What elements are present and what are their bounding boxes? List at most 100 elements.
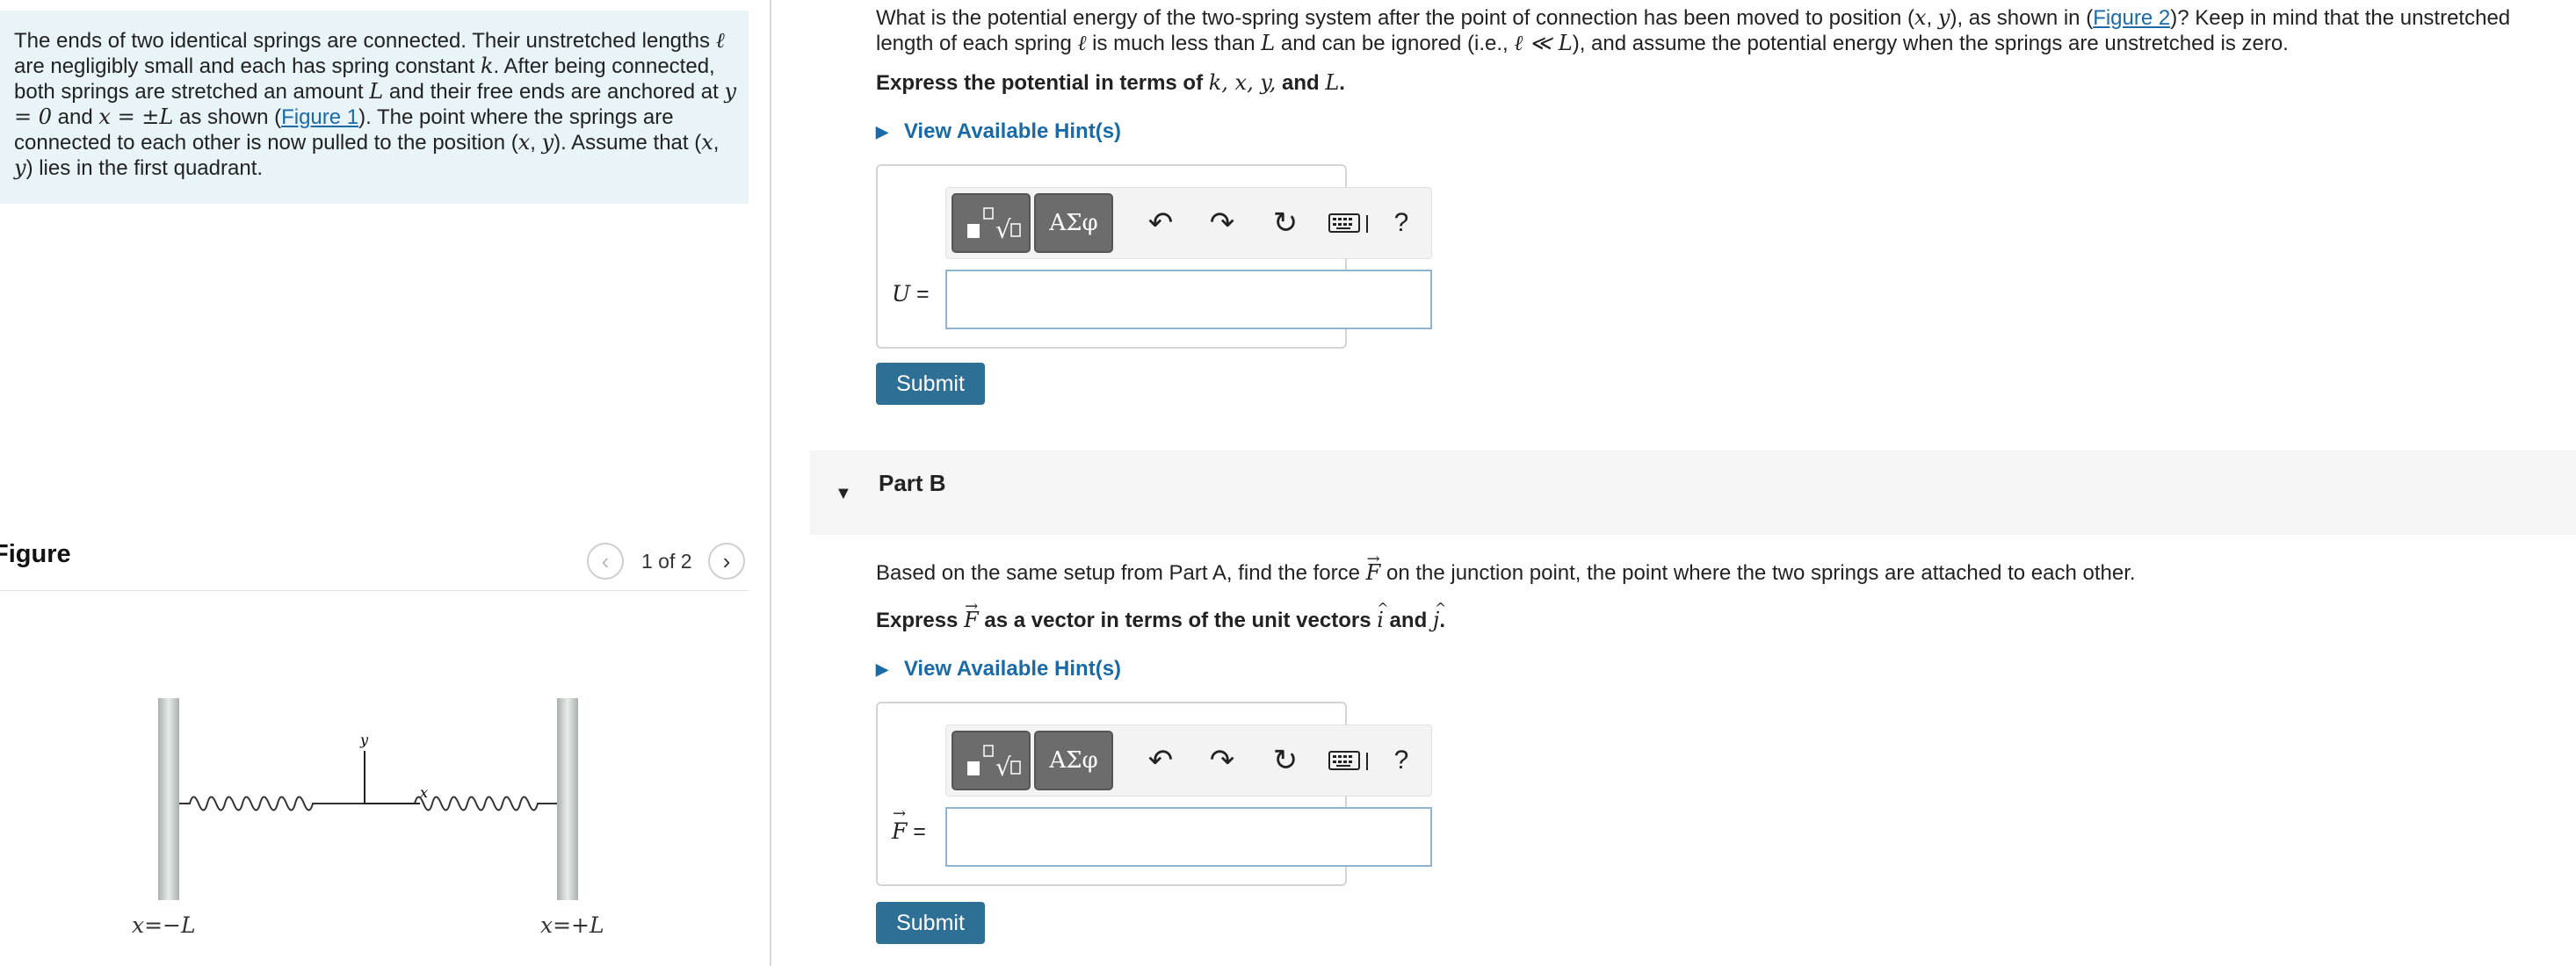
intro-text: and	[52, 105, 99, 129]
part-a-question: What is the potential energy of the two-…	[876, 5, 2572, 56]
F-vector-symbol: → F	[1365, 550, 1381, 585]
part-b-title: Part B	[879, 470, 946, 496]
templates-button[interactable]: √	[952, 731, 1031, 790]
redo-icon[interactable]: ↷	[1203, 741, 1241, 780]
hint-label: View Available Hint(s)	[903, 657, 1122, 681]
reset-icon[interactable]: ↻	[1266, 741, 1305, 780]
question-text: What is the potential energy of the two-…	[876, 6, 1914, 30]
x-symbol: x	[701, 130, 713, 155]
y-symbol: y	[14, 155, 26, 180]
intro-text: and their free ends are anchored at	[383, 80, 725, 104]
j-hat-symbol: ^ j	[1432, 600, 1447, 632]
u-symbol: U	[892, 281, 911, 306]
caret-right-icon: ▶	[876, 122, 888, 141]
part-b-question: Based on the same setup from Part A, fin…	[876, 550, 2545, 586]
intro-text: ,	[530, 131, 542, 155]
help-icon[interactable]: ?	[1384, 741, 1419, 780]
instruction-text: and	[1383, 609, 1433, 632]
y-symbol: y	[541, 130, 554, 155]
reset-icon[interactable]: ↻	[1266, 204, 1305, 242]
part-a-answer-box: √ ΑΣφ ↶ ↷ ↻ ? U =	[876, 164, 1432, 349]
answer-label-f: → F =	[892, 804, 926, 845]
intro-text: are negligibly small and each has spring…	[14, 54, 481, 78]
answer-input-f[interactable]	[945, 807, 1432, 867]
caret-down-icon: ▼	[835, 484, 852, 503]
question-text: on the junction point, the point where t…	[1380, 561, 2136, 585]
x-pm-L-expr: x = ±L	[98, 105, 174, 129]
L-symbol: L	[1261, 31, 1276, 55]
question-text: ), and assume the potential energy when …	[1572, 32, 2289, 55]
instruction-text: as a vector in terms of the unit vectors	[978, 609, 1378, 632]
instruction-text: and	[1276, 71, 1326, 95]
answer-input-u[interactable]	[945, 270, 1432, 329]
part-a-hint-toggle[interactable]: ▶ View Available Hint(s)	[876, 119, 1121, 144]
figure-1-link[interactable]: Figure 1	[281, 105, 358, 129]
undo-icon[interactable]: ↶	[1141, 204, 1180, 242]
templates-glyph: √	[995, 753, 1011, 782]
divider	[0, 590, 749, 591]
hint-label: View Available Hint(s)	[903, 119, 1122, 143]
caret-right-icon: ▶	[876, 660, 888, 678]
part-b-submit-button[interactable]: Submit	[876, 902, 985, 944]
answer-label-u: U =	[892, 281, 930, 307]
intro-text: The ends of two identical springs are co…	[14, 29, 716, 53]
question-text: is much less than	[1086, 32, 1262, 55]
figure-2-link[interactable]: Figure 2	[2093, 6, 2170, 30]
intro-text: as shown (	[173, 105, 282, 129]
left-pane: The ends of two identical springs are co…	[0, 0, 771, 966]
label-x-minus-L: x=−L	[132, 912, 196, 938]
greek-symbols-button[interactable]: ΑΣφ	[1034, 731, 1113, 790]
intro-text: ) lies in the first quadrant.	[25, 156, 264, 180]
chevron-left-icon: ‹	[601, 547, 610, 574]
instruction-text: Express	[876, 609, 965, 632]
y-symbol: y	[1937, 5, 1950, 30]
left-wall	[158, 698, 179, 900]
variables-list: k, x, y,	[1208, 70, 1277, 95]
part-b-instruction: Express → F as a vector in terms of the u…	[876, 597, 1447, 633]
spring-figure: y x x=−L x=+L	[132, 698, 604, 938]
y-axis-label: y	[359, 732, 369, 748]
i-hat-symbol: ^ i	[1377, 600, 1389, 632]
templates-icon: √	[967, 207, 1021, 244]
question-text: ,	[1926, 6, 1938, 30]
keyboard-icon[interactable]	[1326, 741, 1378, 780]
intro-text: ). Assume that (	[554, 131, 702, 155]
keyboard-icon[interactable]	[1326, 204, 1378, 242]
instruction-text: Express the potential in terms of	[876, 71, 1209, 95]
question-text: ), as shown in (	[1950, 6, 2094, 30]
ell-symbol: ℓ	[1077, 31, 1087, 55]
x-axis-label: x	[420, 784, 428, 801]
k-symbol: k	[480, 54, 494, 78]
ell-much-less-L: ℓ ≪ L	[1514, 31, 1573, 55]
keyboard-glyph	[1328, 213, 1368, 233]
L-symbol: L	[1325, 70, 1340, 95]
previous-figure-button[interactable]: ‹	[587, 543, 624, 580]
equals-sign: =	[907, 819, 926, 844]
part-b-answer-box: √ ΑΣφ ↶ ↷ ↻ ? → F =	[876, 702, 1432, 886]
question-text: Based on the same setup from Part A, fin…	[876, 561, 1366, 585]
math-toolbar: √ ΑΣφ ↶ ↷ ↻ ?	[945, 187, 1432, 259]
help-icon[interactable]: ?	[1384, 204, 1419, 242]
instruction-text: .	[1339, 71, 1345, 95]
label-x-plus-L: x=+L	[540, 912, 604, 938]
ell-symbol: ℓ	[715, 28, 725, 53]
part-b-hint-toggle[interactable]: ▶ View Available Hint(s)	[876, 657, 1121, 681]
figure-title: Figure	[0, 540, 71, 568]
x-symbol: x	[517, 130, 531, 155]
undo-icon[interactable]: ↶	[1141, 741, 1180, 780]
redo-icon[interactable]: ↷	[1203, 204, 1241, 242]
equals-sign: =	[910, 282, 930, 306]
F-vector-symbol: → F	[964, 597, 979, 632]
question-text: and can be ignored (i.e.,	[1275, 32, 1515, 55]
greek-symbols-button[interactable]: ΑΣφ	[1034, 193, 1113, 253]
right-pane: What is the potential energy of the two-…	[771, 0, 2576, 966]
right-wall	[557, 698, 578, 900]
chevron-right-icon: ›	[722, 547, 731, 574]
next-figure-button[interactable]: ›	[708, 543, 745, 580]
part-b-header[interactable]: ▼ Part B	[810, 451, 2576, 535]
templates-icon: √	[967, 745, 1021, 782]
x-symbol: x	[1914, 5, 1927, 30]
math-toolbar: √ ΑΣφ ↶ ↷ ↻ ?	[945, 724, 1432, 797]
part-a-submit-button[interactable]: Submit	[876, 363, 985, 405]
templates-button[interactable]: √	[952, 193, 1031, 253]
